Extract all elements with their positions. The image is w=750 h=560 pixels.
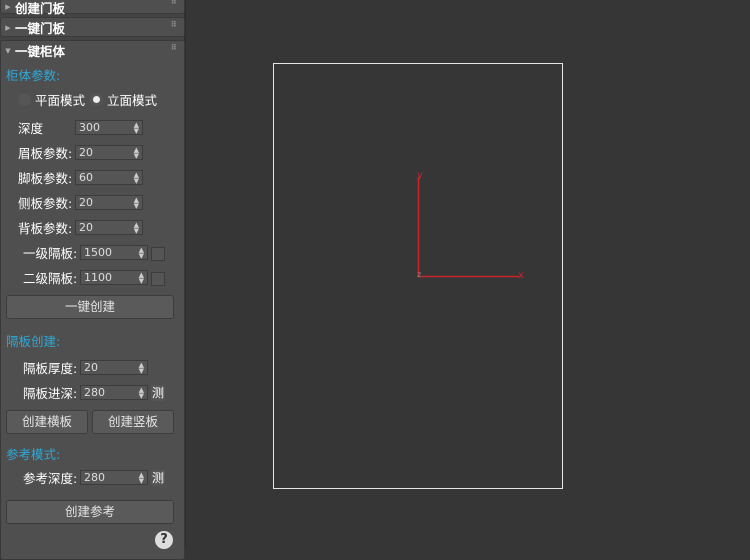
y-axis-label: y [417,170,423,181]
x-axis-label: x [518,270,524,281]
axis-gizmo: y x z [417,170,524,281]
z-axis-label: z [417,270,421,279]
